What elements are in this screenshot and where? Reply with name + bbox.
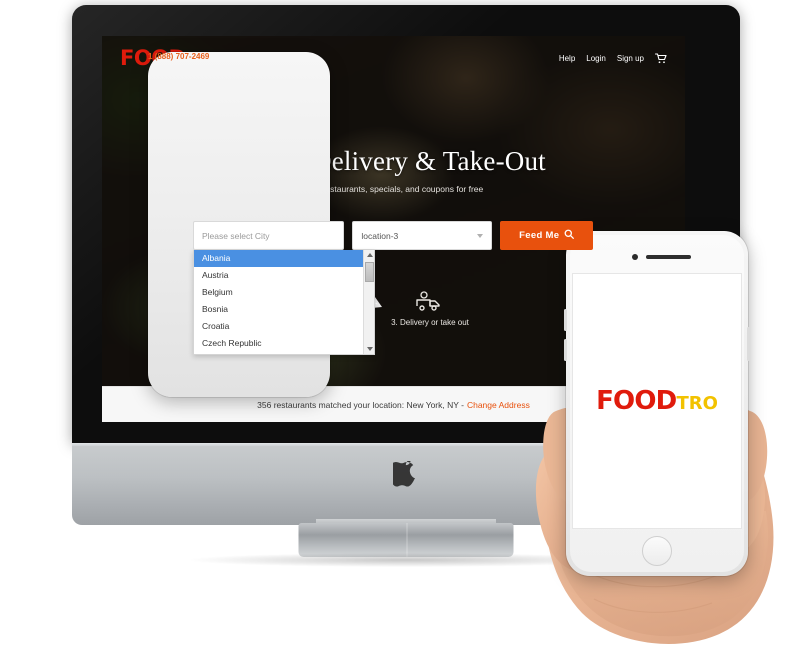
mockup-stage: FOODTRO 1 (888) 707-2469 Help Login Sign…	[0, 0, 807, 650]
search-bar: Please select City location-3 Feed Me	[193, 221, 593, 250]
location-select[interactable]: location-3	[352, 221, 493, 250]
city-dropdown-options: Albania Austria Belgium Bosnia Croatia C…	[194, 250, 374, 354]
list-item[interactable]: Bosnia	[194, 301, 374, 318]
results-text: 356 restaurants matched your location: N…	[257, 400, 464, 410]
list-item[interactable]: Czech Republic	[194, 335, 374, 352]
front-camera-icon	[632, 254, 638, 260]
phone-in-hand: FOODTRO	[520, 215, 790, 650]
list-item[interactable]: Albania	[194, 250, 374, 267]
apple-logo-icon	[393, 461, 415, 487]
list-item[interactable]: Croatia	[194, 318, 374, 335]
phone-app-logo: FOODTRO	[596, 388, 718, 414]
nav-help-link[interactable]: Help	[559, 54, 575, 63]
header-nav: 1 (888) 707-2469 Help Login Sign up	[148, 52, 667, 397]
chevron-down-icon	[477, 233, 484, 238]
scroll-down-arrow-icon[interactable]	[364, 344, 374, 354]
city-dropdown-list[interactable]: Albania Austria Belgium Bosnia Croatia C…	[193, 250, 375, 355]
nav-login-link[interactable]: Login	[586, 54, 606, 63]
earpiece-speaker-icon	[646, 255, 691, 259]
city-select[interactable]: Please select City	[193, 221, 345, 250]
home-button[interactable]	[642, 536, 672, 566]
location-select-value: location-3	[361, 230, 399, 241]
shopping-cart-icon[interactable]	[654, 52, 667, 64]
feed-me-button[interactable]: Feed Me	[500, 221, 593, 250]
iphone-device: FOODTRO	[564, 231, 750, 576]
list-item[interactable]: Belgium	[194, 284, 374, 301]
feed-me-label: Feed Me	[519, 230, 560, 241]
site-header: FOODTRO 1 (888) 707-2469 Help Login Sign…	[102, 36, 685, 397]
scrollbar-thumb[interactable]	[365, 262, 374, 282]
imac-stand-foot	[298, 523, 514, 557]
phone-logo-primary-text: FOOD	[596, 386, 677, 416]
search-icon	[564, 229, 575, 242]
city-select-placeholder: Please select City	[202, 230, 270, 241]
list-item[interactable]: Austria	[194, 267, 374, 284]
dropdown-scrollbar[interactable]	[363, 250, 374, 354]
phone-logo-secondary-text: TRO	[676, 393, 718, 414]
list-item[interactable]: Denmark	[194, 352, 374, 354]
nav-signup-link[interactable]: Sign up	[617, 54, 644, 63]
power-button[interactable]	[747, 327, 750, 361]
scroll-up-arrow-icon[interactable]	[364, 250, 374, 260]
